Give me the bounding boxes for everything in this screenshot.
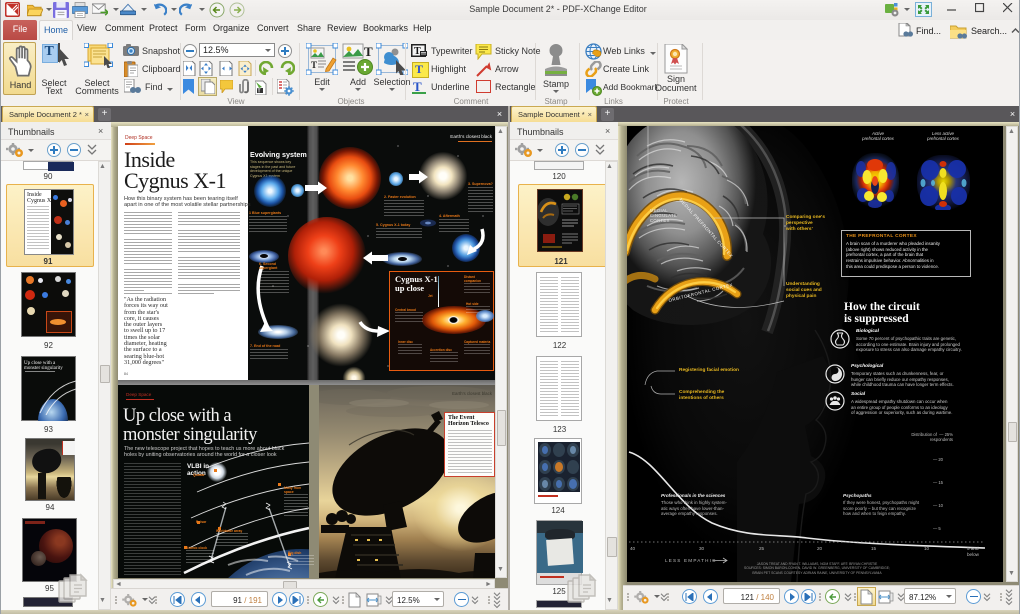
svg-text:below: below [967, 552, 980, 557]
svg-text:5 and: 5 and [967, 546, 979, 551]
svg-text:40: 40 [630, 546, 636, 551]
svg-text:30: 30 [699, 546, 705, 551]
svg-text:T: T [364, 44, 373, 59]
svg-text:T: T [311, 60, 317, 70]
svg-text:10: 10 [924, 546, 930, 551]
svg-text:CORTEX: CORTEX [650, 218, 670, 223]
svg-text:20: 20 [817, 546, 823, 551]
svg-text:15: 15 [871, 546, 877, 551]
svg-text:25: 25 [759, 546, 765, 551]
svg-text:T: T [258, 89, 261, 95]
svg-text:T: T [414, 46, 421, 57]
